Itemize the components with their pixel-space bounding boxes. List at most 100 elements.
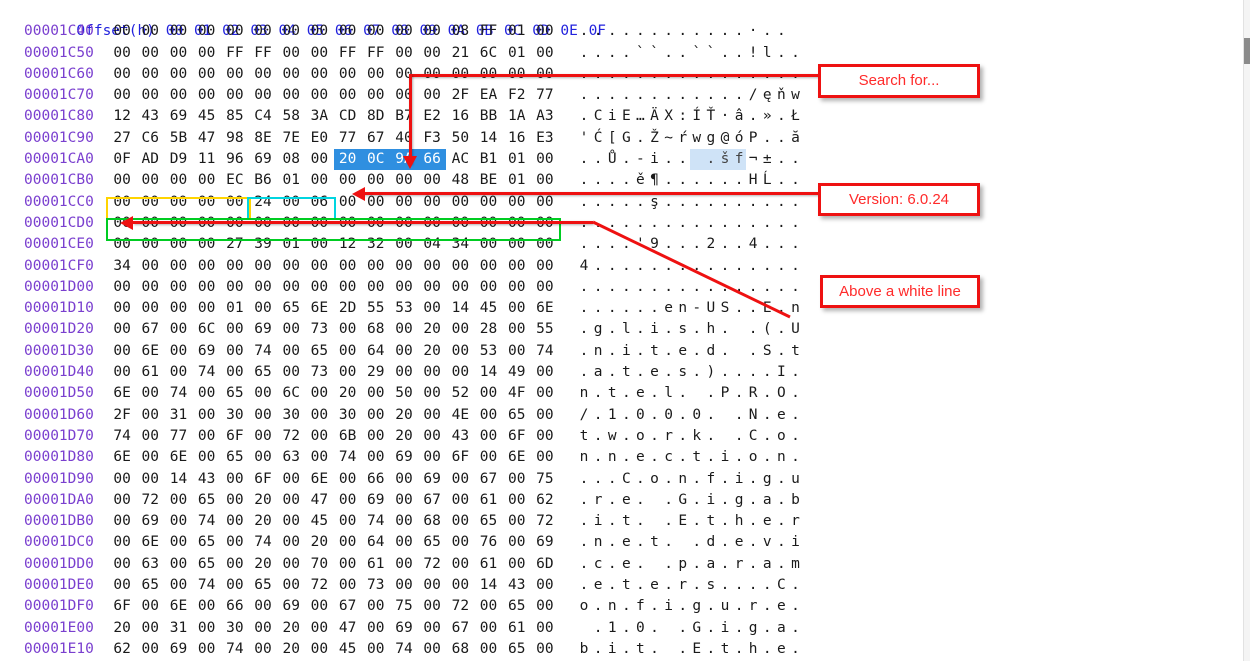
hex-byte[interactable]: 65	[193, 554, 221, 575]
hex-byte[interactable]: 00	[362, 618, 390, 639]
hex-byte[interactable]: 00	[221, 554, 249, 575]
ascii-char[interactable]: .	[662, 490, 676, 511]
hex-byte[interactable]: 00	[334, 362, 362, 383]
hex-byte[interactable]: 00	[446, 256, 474, 277]
hex-byte[interactable]: 6E	[503, 447, 531, 468]
ascii-char[interactable]: a	[760, 554, 774, 575]
hex-byte[interactable]: 32	[362, 234, 390, 255]
hex-byte[interactable]: 00	[221, 21, 249, 42]
row-bytes[interactable]: 00 6E 00 65 00 74 00 20 00 64 00 65 00 76 00 69	[108, 534, 559, 550]
hex-byte[interactable]: 00	[446, 532, 474, 553]
ascii-char[interactable]: C	[619, 469, 633, 490]
hex-byte[interactable]: 65	[503, 596, 531, 617]
ascii-char[interactable]: .	[577, 341, 591, 362]
ascii-char[interactable]: Ł	[788, 106, 802, 127]
hex-byte[interactable]: 65	[503, 639, 531, 660]
hex-byte[interactable]: 00	[221, 490, 249, 511]
ascii-char[interactable]: a	[760, 490, 774, 511]
ascii-char[interactable]: .	[690, 469, 704, 490]
row-ascii[interactable]: .... ě ¶...... H Ĺ..	[575, 170, 803, 191]
row-ascii[interactable]: /. 1. 0. 0. 0. .N.e.	[575, 405, 803, 426]
hex-byte[interactable]: 75	[531, 469, 559, 490]
hex-byte[interactable]: 00	[418, 405, 446, 426]
hex-byte[interactable]: 00	[503, 277, 531, 298]
ascii-char[interactable]: .	[591, 618, 605, 639]
hex-byte[interactable]: 00	[334, 85, 362, 106]
hex-byte[interactable]: 00	[136, 447, 164, 468]
row-bytes[interactable]: 6F 00 6E 00 66 00 69 00 67 00 75 00 72 00 65 00	[108, 598, 559, 614]
ascii-char[interactable]: ~	[662, 128, 676, 149]
ascii-char[interactable]: ±	[760, 149, 774, 170]
ascii-char[interactable]: .	[746, 532, 760, 553]
hex-byte[interactable]: 53	[474, 341, 502, 362]
row-bytes[interactable]: 00 00 00 00 00 00 00 00 00 00 00 00 2F EA F2 77	[108, 87, 559, 103]
hex-byte[interactable]: 00	[136, 405, 164, 426]
ascii-char[interactable]: .	[774, 341, 788, 362]
hex-byte[interactable]: 00	[390, 43, 418, 64]
ascii-char[interactable]: .	[732, 21, 746, 42]
ascii-char[interactable]: r	[788, 511, 802, 532]
hex-byte[interactable]: 20	[333, 149, 362, 171]
hex-row[interactable]: 00001C50 00 00 00 00 FF FF 00 00 FF FF 00 00 21 6C 01 00…	[0, 43, 800, 64]
hex-rows-container[interactable]: 00001C40 00 00 00 00 00 00 00 00 00 00 00 00 08 FF 01 00…	[0, 21, 800, 661]
ascii-char[interactable]: .	[718, 170, 732, 191]
ascii-char[interactable]: h	[746, 639, 760, 660]
hex-row[interactable]: 00001DE0 00 65 00 74 00 65 00 72 00 73 00 00 00 14 43 00…	[0, 575, 800, 596]
hex-byte[interactable]: 00	[221, 256, 249, 277]
hex-byte[interactable]: 65	[249, 575, 277, 596]
ascii-char[interactable]: k	[690, 426, 704, 447]
ascii-char[interactable]: '	[577, 128, 591, 149]
hex-byte[interactable]: 85	[221, 106, 249, 127]
hex-byte[interactable]: 00	[221, 469, 249, 490]
hex-byte[interactable]: 74	[193, 511, 221, 532]
ascii-char[interactable]: .	[774, 170, 788, 191]
ascii-char[interactable]: »	[760, 106, 774, 127]
hex-byte[interactable]: 00	[362, 256, 390, 277]
hex-byte[interactable]: 65	[305, 341, 333, 362]
ascii-char[interactable]: Ů	[605, 149, 619, 170]
ascii-char[interactable]: Ć	[591, 128, 605, 149]
ascii-char[interactable]: .	[690, 85, 704, 106]
hex-byte[interactable]: 6E	[108, 383, 136, 404]
ascii-char[interactable]: .	[732, 383, 746, 404]
hex-byte[interactable]: C4	[249, 106, 277, 127]
ascii-char[interactable]: .	[633, 85, 647, 106]
ascii-char[interactable]: .	[788, 383, 802, 404]
hex-byte[interactable]: 69	[277, 596, 305, 617]
hex-byte[interactable]: 00	[108, 554, 136, 575]
hex-byte[interactable]: 00	[277, 469, 305, 490]
hex-byte[interactable]: 00	[277, 256, 305, 277]
hex-byte[interactable]: 68	[446, 639, 474, 660]
ascii-char[interactable]: .	[704, 405, 718, 426]
hex-byte[interactable]: 00	[164, 234, 192, 255]
ascii-char[interactable]: .	[647, 21, 661, 42]
hex-byte[interactable]: 58	[277, 106, 305, 127]
ascii-char[interactable]: e	[732, 532, 746, 553]
hex-byte[interactable]: 00	[277, 43, 305, 64]
ascii-char[interactable]: .	[704, 447, 718, 468]
hex-byte[interactable]: 00	[305, 277, 333, 298]
hex-byte[interactable]: 00	[249, 383, 277, 404]
hex-byte[interactable]: 00	[390, 170, 418, 191]
ascii-char[interactable]: .	[760, 575, 774, 596]
ascii-char[interactable]: .	[774, 554, 788, 575]
ascii-char[interactable]: .	[774, 532, 788, 553]
hex-byte[interactable]: 00	[108, 298, 136, 319]
hex-byte[interactable]: 45	[334, 639, 362, 660]
hex-byte[interactable]: 00	[531, 234, 559, 255]
ascii-char[interactable]: w	[788, 85, 802, 106]
hex-byte[interactable]: 00	[249, 64, 277, 85]
ascii-char[interactable]: .	[591, 383, 605, 404]
hex-byte[interactable]: 01	[277, 234, 305, 255]
hex-byte[interactable]: 00	[503, 256, 531, 277]
hex-byte[interactable]: 00	[136, 469, 164, 490]
ascii-char[interactable]: t	[690, 447, 704, 468]
ascii-char[interactable]: .	[662, 575, 676, 596]
ascii-char[interactable]: .	[760, 618, 774, 639]
row-bytes[interactable]: 2F 00 31 00 30 00 30 00 30 00 20 00 4E 00 65 00	[108, 407, 559, 423]
ascii-char[interactable]: .	[676, 405, 690, 426]
ascii-char[interactable]: .	[788, 639, 802, 660]
hex-byte[interactable]: 00	[418, 426, 446, 447]
ascii-char[interactable]: .	[760, 405, 774, 426]
hex-row[interactable]: 00001D90 00 00 14 43 00 6F 00 6E 00 66 00 69 00 67 00 75…	[0, 469, 800, 490]
